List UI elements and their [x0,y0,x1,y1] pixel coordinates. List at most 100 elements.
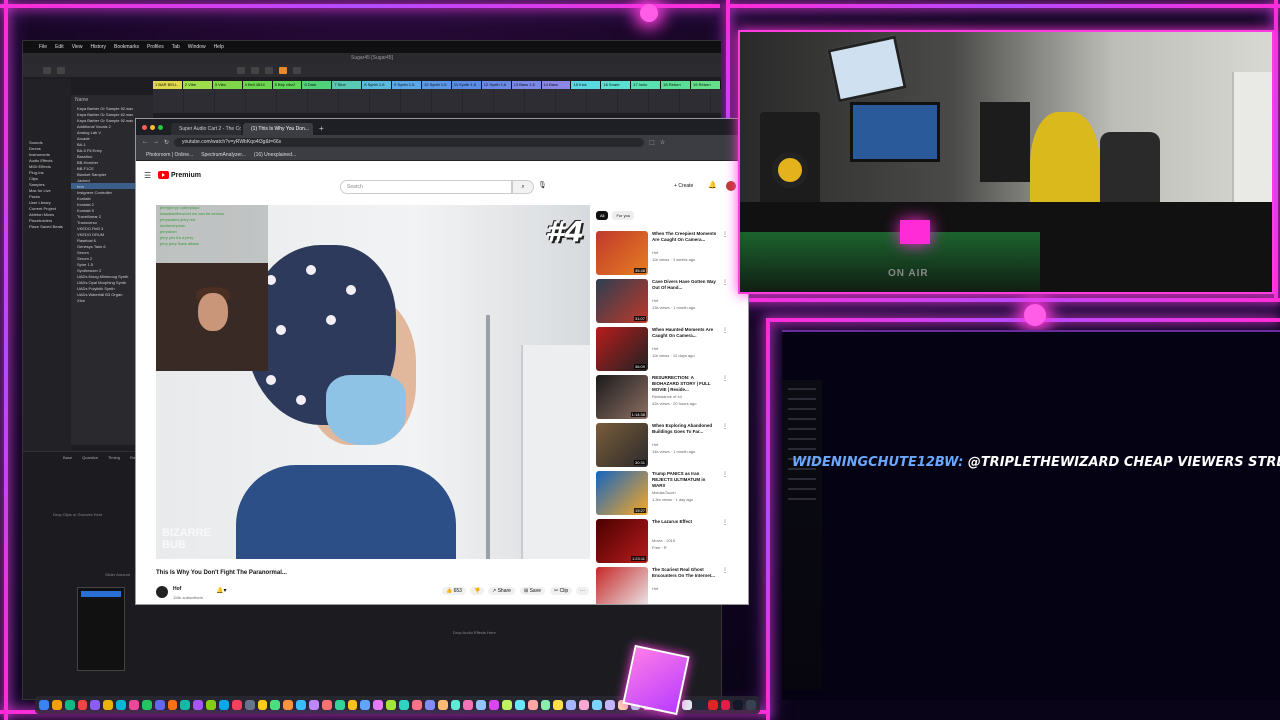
track-header[interactable]: 1 BAR BELL [153,81,183,89]
menu-history[interactable]: History [90,44,106,50]
play-button[interactable] [237,66,245,74]
browser-tab-active[interactable]: (1) This Is Why You Don... [243,123,313,135]
more-options-icon[interactable]: ⋮ [722,279,728,286]
track-header[interactable]: 8 Synth 1.6 [362,81,393,89]
recommendation-item[interactable]: 1:23:11 The Lazarus Effect Movie · 2015 Fre… [596,519,746,565]
new-tab-button[interactable]: + [315,123,328,135]
dock-app-icon[interactable] [64,700,75,710]
recommendation-channel[interactable]: Hof [652,346,658,351]
address-bar[interactable]: youtube.com/watch?v=yRWbKqo4t3g&t=66s [174,137,645,147]
menu-edit[interactable]: Edit [55,44,64,50]
track-header[interactable]: 3 Vibz [212,81,243,89]
dock-app-icon[interactable] [77,700,88,710]
search-input[interactable]: Search [340,180,512,194]
recommendation-thumbnail[interactable]: 30:31 [596,423,648,467]
dock-app-icon[interactable] [411,700,422,710]
bookmark-star-icon[interactable]: ☆ [660,139,665,146]
recommendation-channel[interactable]: Hof [652,586,658,591]
close-window-button[interactable] [142,125,147,130]
track-header[interactable]: 13 Bass 1.6 [511,81,542,89]
dock-app-icon[interactable] [450,700,461,710]
dock-app-icon[interactable] [167,700,178,710]
menu-window[interactable]: Window [188,44,206,50]
create-button[interactable]: + Create [674,183,693,189]
recommendation-channel[interactable]: MeidasTouch [652,490,676,495]
recommendation-channel[interactable]: Hof [652,298,658,303]
track-header[interactable]: 18 Return [661,81,692,89]
track-header[interactable]: 17 Ionic [631,81,662,89]
notifications-bell-icon[interactable]: 🔔 [708,181,717,189]
track-header[interactable]: 16 Snare [601,81,632,89]
dock-app-icon[interactable] [591,700,602,710]
extensions-icon[interactable]: ⬚ [649,139,655,146]
dock-app-icon[interactable] [540,700,551,710]
more-actions-icon[interactable]: ⋯ [576,587,589,595]
track-header[interactable]: 11 Synth 1.6 [451,81,482,89]
track-header[interactable]: 2 Vibe [182,81,213,89]
recommendation-title[interactable]: Cave Divers Have Gotten Way Out Of Hand.… [652,279,720,291]
dock-app-icon[interactable] [720,700,731,710]
recommendation-item[interactable]: 36:09 When Haunted Moments Are Caught On … [596,327,746,373]
dock-app-icon[interactable] [206,700,217,710]
menu-view[interactable]: View [72,44,83,50]
dock-app-icon[interactable] [746,700,757,710]
forward-icon[interactable]: → [153,139,159,145]
track-header[interactable]: 12 Synth 1.6 [481,81,512,89]
recommendation-thumbnail[interactable]: 1:14:38 [596,375,648,419]
dock-app-icon[interactable] [296,700,307,710]
dock-app-icon[interactable] [527,700,538,710]
more-options-icon[interactable]: ⋮ [722,327,728,334]
browser-tab[interactable]: Super Audio Cart 2 - The Co... [171,123,241,135]
dock-app-icon[interactable] [604,700,615,710]
dock-app-icon[interactable] [257,700,268,710]
recommendation-title[interactable]: The Lazarus Effect [652,519,720,525]
dock-app-icon[interactable] [180,700,191,710]
dock-app-icon[interactable] [141,700,152,710]
recommendation-item[interactable]: 35:48 When The Creepiest Moments Are Caug… [596,231,746,277]
dock-app-icon[interactable] [231,700,242,710]
recommendation-title[interactable]: The Scariest Real Ghost Encounters On Th… [652,567,720,579]
recommendation-thumbnail[interactable] [596,567,648,604]
more-options-icon[interactable]: ⋮ [722,519,728,526]
dock-app-icon[interactable] [733,700,744,710]
menu-bookmarks[interactable]: Bookmarks [114,44,139,50]
microphone-icon[interactable]: 🎙 [538,181,547,189]
dock-app-icon[interactable] [566,700,577,710]
menu-tab[interactable]: Tab [172,44,180,50]
dock-app-icon[interactable] [244,700,255,710]
save-button[interactable]: ⊞ Save [520,587,545,595]
tap-button[interactable] [43,66,51,74]
filter-chip-for-you[interactable]: For you [612,211,635,220]
dock-app-icon[interactable] [386,700,397,710]
dock-app-icon[interactable] [514,700,525,710]
clip-button[interactable]: ✂ Clip [550,587,573,595]
hamburger-menu-icon[interactable]: ☰ [144,171,151,180]
recommendation-thumbnail[interactable]: 1:23:11 [596,519,648,563]
track-header[interactable]: 4 Bell 4814 [242,81,273,89]
bookmark-item[interactable]: (16) Unexplained... [254,152,296,158]
like-button[interactable]: 👍 653 [442,587,466,595]
recommendation-title[interactable]: Trump PANICS as Iran REJECTS ULTIMATUM i… [652,471,720,489]
minimize-window-button[interactable] [150,125,155,130]
dislike-button[interactable]: 👎 [470,587,485,595]
dock-app-icon[interactable] [424,700,435,710]
more-options-icon[interactable]: ⋮ [722,423,728,430]
dock-app-icon[interactable] [463,700,474,710]
dock-app-icon[interactable] [553,700,564,710]
recommendation-thumbnail[interactable]: 31:07 [596,279,648,323]
dock-app-icon[interactable] [219,700,229,710]
dock-app-icon[interactable] [501,700,512,710]
dock-app-icon[interactable] [694,700,705,710]
recommendation-item[interactable]: 1:14:38 RESURRECTION: A BIOHAZARD STORY |… [596,375,746,421]
recommendation-title[interactable]: RESURRECTION: A BIOHAZARD STORY | FULL M… [652,375,720,393]
recommendation-item[interactable]: 19:27 Trump PANICS as Iran REJECTS ULTIMA… [596,471,746,517]
dock-app-icon[interactable] [399,700,409,710]
track-header[interactable]: 9 Synth 1.5 [392,81,423,89]
recommendation-channel[interactable]: Hof [652,250,658,255]
youtube-logo[interactable]: Premium [158,171,201,179]
video-player[interactable]: jerrryjerryy cyberplayd hawaiiantheworld… [156,205,590,559]
dock-app-icon[interactable] [373,700,384,710]
recommendation-channel[interactable]: Movie · 2015 [652,538,675,543]
dock-app-icon[interactable] [489,700,499,710]
dock-app-icon[interactable] [129,700,139,710]
